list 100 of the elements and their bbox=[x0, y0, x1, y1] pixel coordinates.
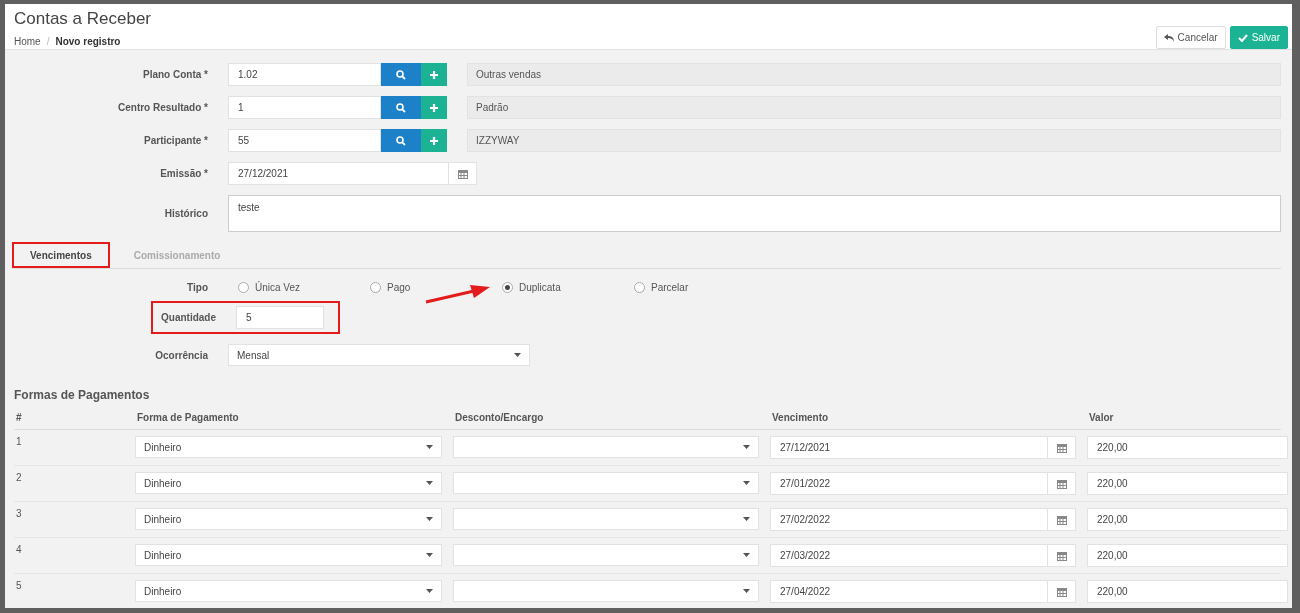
search-icon bbox=[396, 69, 406, 80]
cancel-button[interactable]: Cancelar bbox=[1155, 26, 1226, 49]
field-label: Tipo bbox=[186, 282, 208, 293]
check-icon bbox=[1237, 33, 1248, 42]
field-label: Emissão * bbox=[159, 168, 208, 179]
caret-icon bbox=[426, 445, 433, 449]
calendar-button[interactable] bbox=[1048, 472, 1076, 495]
row-number: 4 bbox=[15, 544, 23, 555]
row-number: 1 bbox=[15, 436, 23, 447]
arrow-drawing bbox=[424, 283, 492, 305]
search-button[interactable] bbox=[381, 129, 421, 152]
radio-option[interactable]: Única Vez bbox=[238, 282, 301, 293]
field-label: Plano Conta * bbox=[142, 69, 208, 80]
radio-label: Única Vez bbox=[255, 282, 301, 293]
row-number: 3 bbox=[15, 508, 23, 519]
page-title: Contas a Receber bbox=[14, 8, 152, 30]
date-field[interactable]: 27/12/2021 bbox=[770, 436, 1048, 459]
select-field[interactable] bbox=[453, 436, 759, 458]
calendar-button[interactable] bbox=[1048, 580, 1076, 603]
input-field[interactable]: 55 bbox=[228, 129, 381, 152]
select-field[interactable]: Mensal bbox=[228, 344, 530, 366]
add-button[interactable] bbox=[421, 96, 447, 119]
input-field[interactable]: 1 bbox=[228, 96, 381, 119]
search-icon bbox=[396, 102, 406, 113]
calendar-icon bbox=[457, 168, 468, 179]
add-button[interactable] bbox=[421, 63, 447, 86]
textarea-field[interactable]: teste bbox=[228, 195, 1281, 232]
select-field[interactable]: Dinheiro bbox=[135, 436, 442, 458]
plus-icon bbox=[430, 70, 438, 79]
calendar-icon bbox=[1056, 442, 1067, 453]
field-label: Participante * bbox=[143, 135, 208, 146]
date-field[interactable]: 27/02/2022 bbox=[770, 508, 1048, 531]
select-field[interactable] bbox=[453, 508, 759, 530]
caret-icon bbox=[743, 553, 750, 557]
select-field[interactable] bbox=[453, 472, 759, 494]
breadcrumb-item: Novo registro bbox=[55, 36, 121, 47]
select-field[interactable]: Dinheiro bbox=[135, 544, 442, 566]
caret-icon bbox=[426, 589, 433, 593]
caret-icon bbox=[743, 445, 750, 449]
radio-label: Parcelar bbox=[651, 282, 689, 293]
reply-arrow-icon bbox=[1163, 33, 1174, 42]
date-field[interactable]: 27/03/2022 bbox=[770, 544, 1048, 567]
calendar-icon bbox=[1056, 478, 1067, 489]
tab[interactable]: Vencimentos bbox=[12, 242, 110, 268]
input-field[interactable]: 220,00 bbox=[1087, 508, 1288, 531]
select-field[interactable] bbox=[453, 580, 759, 602]
caret-icon bbox=[426, 553, 433, 557]
calendar-button[interactable] bbox=[1048, 508, 1076, 531]
row-number: 2 bbox=[15, 472, 23, 483]
column-header: Vencimento bbox=[771, 412, 830, 423]
caret-icon bbox=[743, 589, 750, 593]
input-field[interactable]: 220,00 bbox=[1087, 580, 1288, 603]
calendar-button[interactable] bbox=[1048, 436, 1076, 459]
input-field[interactable]: 220,00 bbox=[1087, 472, 1288, 495]
select-field[interactable]: Dinheiro bbox=[135, 580, 442, 602]
caret-icon bbox=[743, 517, 750, 521]
caret-icon bbox=[426, 517, 433, 521]
date-field[interactable]: 27/01/2022 bbox=[770, 472, 1048, 495]
input-field[interactable]: 220,00 bbox=[1087, 544, 1288, 567]
input-field[interactable]: 1.02 bbox=[228, 63, 381, 86]
select-field[interactable] bbox=[453, 544, 759, 566]
search-button[interactable] bbox=[381, 96, 421, 119]
description-field: Outras vendas bbox=[467, 63, 1281, 86]
column-header: # bbox=[15, 412, 23, 423]
row-number: 5 bbox=[15, 580, 23, 591]
input-field[interactable]: 5 bbox=[236, 306, 324, 329]
calendar-button[interactable] bbox=[449, 162, 477, 185]
description-field: Padrão bbox=[467, 96, 1281, 119]
radio-option[interactable]: Duplicata bbox=[502, 282, 561, 293]
field-label: Ocorrência bbox=[154, 349, 208, 361]
caret-icon bbox=[514, 353, 521, 357]
breadcrumb-separator: / bbox=[46, 36, 50, 47]
caret-icon bbox=[426, 481, 433, 485]
plus-icon bbox=[430, 136, 438, 145]
date-field[interactable]: 27/04/2022 bbox=[770, 580, 1048, 603]
radio-option[interactable]: Parcelar bbox=[634, 282, 689, 293]
radio-label: Pago bbox=[387, 282, 411, 293]
search-icon bbox=[396, 135, 406, 146]
description-field: IZZYWAY bbox=[467, 129, 1281, 152]
plus-icon bbox=[430, 103, 438, 112]
calendar-icon bbox=[1056, 514, 1067, 525]
caret-icon bbox=[743, 481, 750, 485]
column-header: Desconto/Encargo bbox=[454, 412, 545, 423]
column-header: Forma de Pagamento bbox=[136, 412, 240, 423]
breadcrumb-item[interactable]: Home bbox=[14, 36, 41, 47]
input-field[interactable]: 220,00 bbox=[1087, 436, 1288, 459]
field-label: Quantidade bbox=[161, 312, 216, 323]
field-label: Centro Resultado * bbox=[117, 102, 208, 113]
select-field[interactable]: Dinheiro bbox=[135, 472, 442, 494]
calendar-icon bbox=[1056, 550, 1067, 561]
select-field[interactable]: Dinheiro bbox=[135, 508, 442, 530]
radio-option[interactable]: Pago bbox=[370, 282, 411, 293]
calendar-button[interactable] bbox=[1048, 544, 1076, 567]
radio-label: Duplicata bbox=[519, 282, 561, 293]
section-title: Formas de Pagamentos bbox=[14, 388, 151, 402]
field-label: Histórico bbox=[163, 208, 208, 219]
calendar-icon bbox=[1056, 586, 1067, 597]
add-button[interactable] bbox=[421, 129, 447, 152]
search-button[interactable] bbox=[381, 63, 421, 86]
date-field[interactable]: 27/12/2021 bbox=[228, 162, 449, 185]
